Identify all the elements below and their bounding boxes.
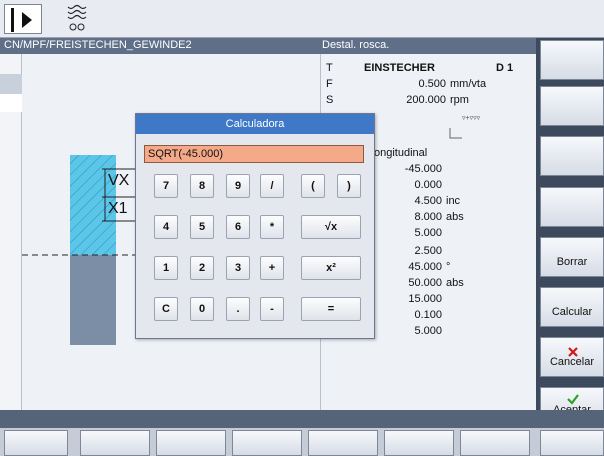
hsoftkey-3[interactable]	[156, 430, 226, 456]
workpiece-body	[70, 255, 116, 345]
key-equals[interactable]: =	[301, 297, 361, 321]
hsoftkey-1[interactable]	[4, 430, 68, 456]
param-s-unit: rpm	[450, 94, 469, 106]
hsoftkey-4[interactable]	[232, 430, 302, 456]
softkey-empty-1[interactable]	[540, 40, 604, 80]
key-right-paren[interactable]: )	[337, 174, 361, 198]
key-5[interactable]: 5	[190, 215, 214, 239]
program-path-bar: CN/MPF/FREISTECHEN_GEWINDE2 Destal. rosc…	[0, 38, 536, 54]
key-4[interactable]: 4	[154, 215, 178, 239]
borrar-button[interactable]: Borrar	[540, 237, 604, 277]
borrar-label: Borrar	[556, 256, 588, 268]
calculator-dialog: Calculadora SQRT(-45.000) 7 8 9 / ( ) 4 …	[135, 113, 375, 339]
key-decimal[interactable]: .	[226, 297, 250, 321]
key-3[interactable]: 3	[226, 256, 250, 280]
param-t-label: T	[326, 62, 333, 74]
hsoftkey-6[interactable]	[384, 430, 454, 456]
key-sqrt[interactable]: √x	[301, 215, 361, 239]
label-vx: VX	[108, 172, 130, 189]
key-6[interactable]: 6	[226, 215, 250, 239]
hsoftkey-2[interactable]	[80, 430, 150, 456]
param-f-unit: mm/vta	[450, 78, 487, 90]
cancelar-label: Cancelar	[549, 356, 595, 368]
param-s-value[interactable]: 200.000	[356, 94, 446, 106]
left-strip-cell[interactable]	[0, 94, 22, 112]
param-row-unit: inc	[446, 195, 461, 207]
softkey-empty-4[interactable]	[540, 187, 604, 227]
key-clear[interactable]: C	[154, 297, 178, 321]
key-0[interactable]: 0	[190, 297, 214, 321]
hsoftkey-8[interactable]	[540, 430, 604, 456]
param-row-unit: °	[446, 261, 451, 273]
machining-direction-icon: ▿+▿▿▿	[449, 115, 481, 139]
svg-text:▿+▿▿▿: ▿+▿▿▿	[462, 115, 481, 122]
hsoftkey-7[interactable]	[460, 430, 530, 456]
key-9[interactable]: 9	[226, 174, 250, 198]
key-square[interactable]: x²	[301, 256, 361, 280]
softkey-empty-2[interactable]	[540, 86, 604, 126]
calculator-title: Calculadora	[136, 114, 374, 134]
softkey-empty-3[interactable]	[540, 136, 604, 176]
calcular-button[interactable]: Calcular	[540, 287, 604, 327]
left-strip-cell[interactable]	[0, 74, 22, 94]
param-row-unit: abs	[446, 211, 464, 223]
key-multiply[interactable]: *	[260, 215, 284, 239]
key-plus[interactable]: +	[260, 256, 284, 280]
param-row-unit: abs	[446, 277, 464, 289]
hsoftkey-5[interactable]	[308, 430, 378, 456]
key-2[interactable]: 2	[190, 256, 214, 280]
param-t-value[interactable]: EINSTECHER	[364, 62, 435, 74]
channel-select-button[interactable]	[4, 4, 42, 34]
key-left-paren[interactable]: (	[301, 174, 325, 198]
param-f-value[interactable]: 0.500	[356, 78, 446, 90]
spindle-wave-icon	[67, 4, 87, 31]
program-path: CN/MPF/FREISTECHEN_GEWINDE2	[4, 39, 192, 51]
calcular-label: Calcular	[551, 306, 593, 318]
key-7[interactable]: 7	[154, 174, 178, 198]
param-s-label: S	[326, 94, 334, 106]
key-divide[interactable]: /	[260, 174, 284, 198]
param-mode[interactable]: ongitudinal	[374, 147, 427, 159]
cycle-title: Destal. rosca.	[322, 39, 390, 51]
key-8[interactable]: 8	[190, 174, 214, 198]
param-d-value[interactable]: D 1	[496, 62, 513, 74]
left-strip	[0, 54, 22, 410]
label-x1: X1	[108, 200, 128, 217]
channel-bar-icon	[11, 8, 14, 32]
param-f-label: F	[326, 78, 333, 90]
key-minus[interactable]: -	[260, 297, 284, 321]
calculator-input[interactable]: SQRT(-45.000)	[144, 145, 364, 163]
message-line	[0, 410, 604, 428]
key-1[interactable]: 1	[154, 256, 178, 280]
play-arrow-icon	[22, 12, 32, 28]
cancelar-button[interactable]: Cancelar	[540, 337, 604, 377]
